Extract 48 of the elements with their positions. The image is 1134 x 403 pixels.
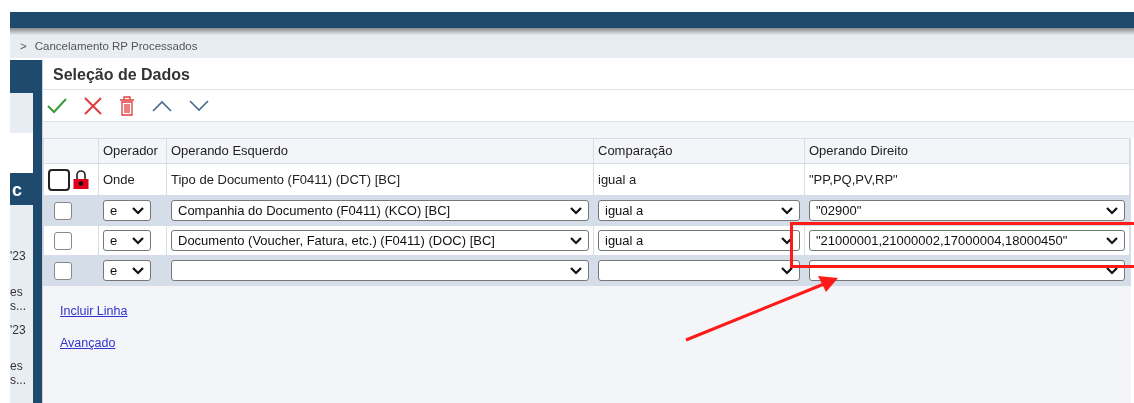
chevron-down-icon	[1106, 266, 1118, 275]
close-icon[interactable]	[84, 96, 102, 115]
sidebar-panel	[10, 93, 33, 133]
chevron-down-icon	[570, 236, 582, 245]
sidebar-text: es	[10, 285, 24, 299]
sidebar-icon-text: c	[12, 181, 22, 199]
sidebar-text: es	[10, 359, 24, 373]
table-cell-text: igual a	[598, 170, 637, 189]
chevron-down-icon	[1106, 206, 1118, 215]
trash-icon[interactable]	[119, 95, 135, 116]
operator-dropdown[interactable]: e	[103, 260, 151, 281]
right-operand-dropdown[interactable]: "21000001,21000002,17000004,18000450"	[809, 230, 1125, 251]
chevron-down-icon	[1106, 236, 1118, 245]
comparison-dropdown[interactable]: igual a	[598, 200, 800, 221]
sidebar-panel	[10, 133, 33, 173]
left-operand-dropdown[interactable]: Documento (Voucher, Fatura, etc.) (F0411) (DOC) [BC]	[171, 230, 589, 251]
chevron-down-icon	[132, 206, 144, 215]
sidebar-text: s...	[10, 299, 27, 313]
link[interactable]: Avançado	[58, 333, 116, 353]
sidebar-text: '23	[10, 323, 27, 337]
comparison-dropdown[interactable]	[598, 260, 800, 281]
sidebar-text: '23	[10, 249, 27, 263]
row-checkbox[interactable]	[54, 201, 72, 220]
link[interactable]: Incluir Linha	[58, 302, 128, 321]
operator-dropdown[interactable]: e	[103, 200, 151, 221]
chevron-down-icon	[781, 266, 793, 275]
chevron-down-icon	[781, 236, 793, 245]
table-cell-text: Tipo de Documento (F0411) (DCT) [BC]	[171, 170, 401, 189]
check-icon[interactable]	[47, 97, 67, 114]
chevron-down-icon	[570, 266, 582, 275]
panel-title: Seleção de Dados	[53, 64, 190, 85]
chevron-down-icon	[781, 206, 793, 215]
comparison-dropdown[interactable]: igual a	[598, 230, 800, 251]
chevron-down-icon	[132, 236, 144, 245]
row-checkbox[interactable]	[54, 231, 72, 250]
left-operand-dropdown[interactable]: Companhia do Documento (F0411) (KCO) [BC]	[171, 200, 589, 221]
breadcrumb-separator: >	[20, 38, 27, 54]
row-checkbox[interactable]	[54, 261, 72, 280]
operator-dropdown[interactable]: e	[103, 230, 151, 251]
right-operand-dropdown[interactable]: "02900"	[809, 200, 1125, 221]
sidebar-text: s...	[10, 373, 27, 387]
table-cell-text: "PP,PQ,PV,RP"	[809, 170, 898, 189]
chevron-down-icon	[570, 206, 582, 215]
row-checkbox[interactable]	[48, 168, 70, 191]
breadcrumb-item[interactable]: Cancelamento RP Processados	[34, 37, 198, 56]
chevron-down-icon	[132, 266, 144, 275]
left-operand-dropdown[interactable]	[171, 260, 589, 281]
table-cell-text: Onde	[103, 170, 135, 189]
